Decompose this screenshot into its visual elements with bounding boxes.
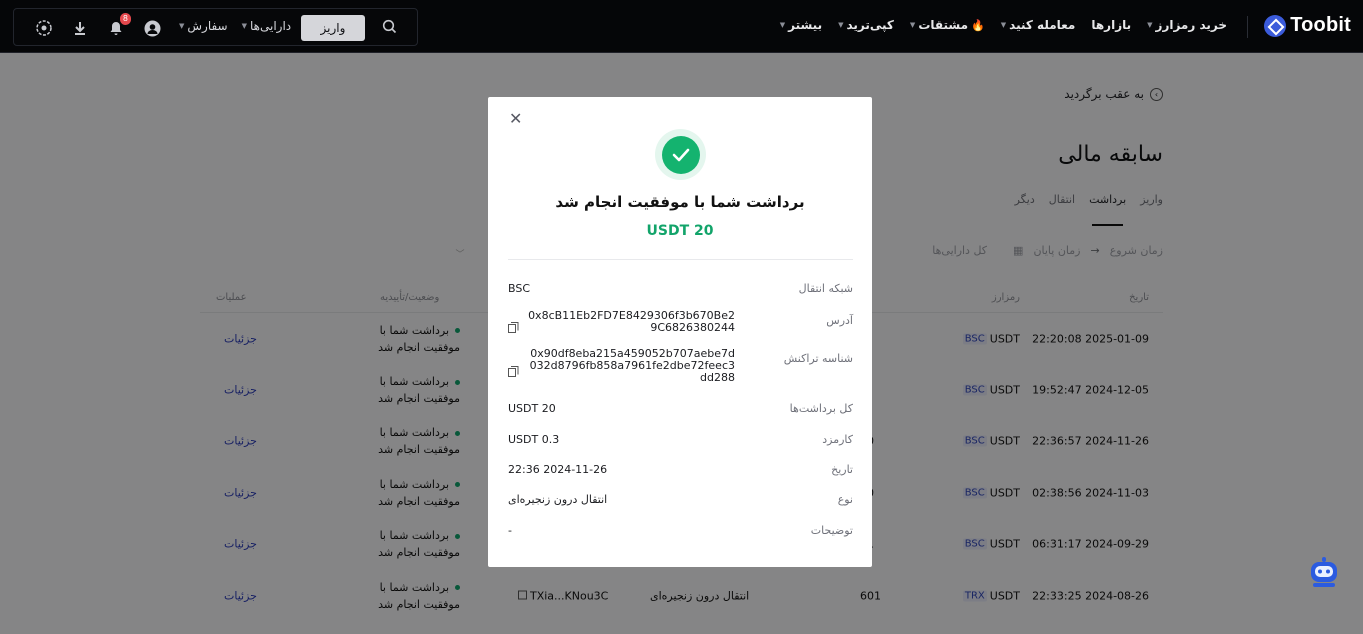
modal-title: برداشت شما با موفقیت انجام شد [555,193,805,211]
detail-label: کل برداشت‌ها [789,402,853,415]
toolbar-icons: 8 [34,13,162,38]
chevron-down-icon: ▼ [179,22,185,30]
search-icon[interactable] [382,19,397,38]
nav-label: دارایی‌ها [250,19,292,33]
language-globe-icon[interactable] [34,18,54,38]
copy-icon[interactable] [508,318,519,333]
withdraw-success-modal: ✕ برداشت شما با موفقیت انجام شد USDT 20 … [488,97,872,567]
detail-value: 22:36 2024-11-26 [508,463,608,476]
withdraw-amount: USDT 20 [646,223,714,239]
detail-label: تاریخ [831,463,853,476]
detail-label: شبکه انتقال [798,282,853,295]
chevron-down-icon: ▼ [838,21,844,29]
main-nav: خرید رمزارز ▼ بازارها معامله کنید ▼ 🔥 مشتقا… [780,18,1227,32]
nav-label: بازارها [1091,18,1132,32]
nav-label: کپی‌ترید [846,18,894,32]
detail-value: انتقال درون زنجیره‌ای [508,493,608,506]
detail-label: کارمزد [822,433,853,446]
brand-name: Toobit [1290,14,1351,36]
address-value: 0x8cB11Eb2FD7E8429306f3b670Be29C68263802… [528,309,735,334]
nav-more[interactable]: بیشتر ▼ [780,18,822,32]
copy-icon[interactable] [508,362,519,377]
fire-icon: 🔥 [971,18,985,32]
nav-label: سفارش [187,19,228,33]
modal-divider [508,259,853,260]
detail-value: BSC [508,282,531,295]
download-icon[interactable] [70,18,90,38]
chevron-down-icon: ▼ [909,21,916,29]
toobit-logo-icon [1264,14,1287,37]
check-circle [661,135,700,174]
nav-trade[interactable]: معامله کنید ▼ [1001,18,1076,32]
detail-total: کل برداشت‌ها USDT 20 [508,402,853,422]
txid-value: 0x90df8eba215a459052b707aebe7d032d8796fb… [529,347,735,384]
nav-buy-crypto[interactable]: خرید رمزارز ▼ [1147,18,1227,32]
detail-type: نوع انتقال درون زنجیره‌ای [508,493,853,513]
detail-value: - [508,524,512,537]
support-robot-icon[interactable] [1307,555,1341,589]
nav-markets[interactable]: بازارها [1091,18,1131,32]
chevron-down-icon: ▼ [241,22,248,30]
notification-badge: 8 [119,13,131,25]
nav-orders[interactable]: سفارش ▼ [179,19,228,33]
nav-derivatives[interactable]: 🔥 مشتقات ▼ [910,18,985,32]
detail-txid: شناسه تراکنش 0x90df8eba215a459052b707aeb… [508,348,853,388]
close-icon[interactable]: ✕ [509,111,522,127]
deposit-button[interactable]: واریز [301,15,365,41]
detail-value: USDT 20 [508,402,556,415]
detail-label: آدرس [826,314,853,327]
success-check-icon [655,129,706,180]
user-toolbar: 8 دارایی‌ها ▼ سفارش ▼ واریز [13,8,418,46]
chevron-down-icon: ▼ [779,21,786,29]
nav-divider [1247,16,1248,38]
detail-label: توضیحات [810,524,853,537]
user-avatar-icon[interactable] [142,18,162,38]
detail-network: شبکه انتقال BSC [508,282,853,302]
detail-fee: کارمزد USDT 0.3 [508,433,853,453]
account-nav: دارایی‌ها ▼ سفارش ▼ [179,19,291,33]
detail-label: شناسه تراکنش [783,352,853,365]
detail-label: نوع [837,493,853,506]
chevron-down-icon: ▼ [1147,21,1153,29]
notification-bell-icon[interactable]: 8 [106,13,131,38]
detail-address: آدرس 0x8cB11Eb2FD7E8429306f3b670Be29C682… [508,310,853,340]
nav-label: مشتقات [918,18,969,32]
detail-notes: توضیحات - [508,524,853,544]
nav-copy-trade[interactable]: کپی‌ترید ▼ [838,18,894,32]
nav-assets[interactable]: دارایی‌ها ▼ [242,19,292,33]
chevron-down-icon: ▼ [1000,21,1007,29]
toobit-logo[interactable]: Toobit [1264,14,1351,37]
detail-value: USDT 0.3 [508,433,560,446]
top-navigation-bar: Toobit خرید رمزارز ▼ بازارها معامله کنید ▼… [0,0,1363,53]
detail-date: تاریخ 22:36 2024-11-26 [508,463,853,483]
nav-label: بیشتر [788,18,823,32]
nav-label: خرید رمزارز [1155,18,1227,32]
nav-label: معامله کنید [1009,18,1076,32]
